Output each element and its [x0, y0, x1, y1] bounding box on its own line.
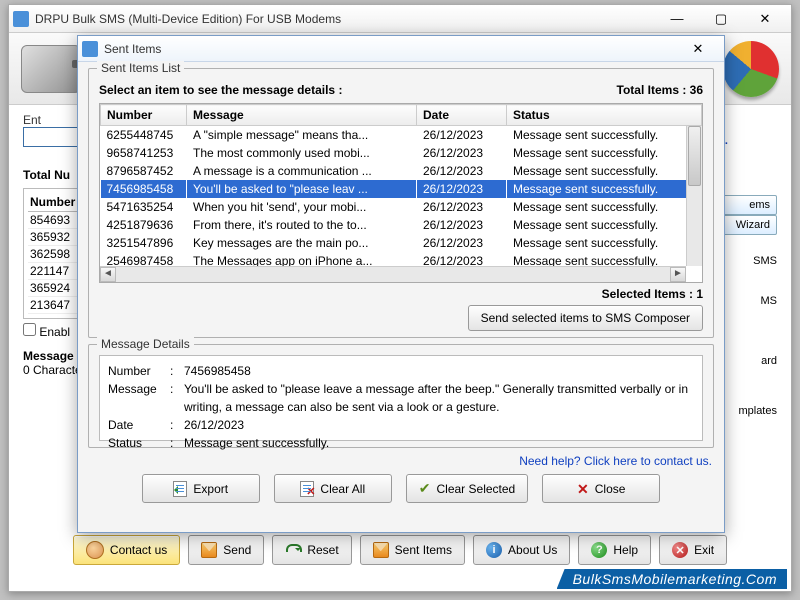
person-icon [86, 541, 104, 559]
about-us-button[interactable]: iAbout Us [473, 535, 570, 565]
clear-all-icon: ✕ [300, 481, 314, 497]
scrollbar-thumb[interactable] [688, 126, 701, 186]
pie-chart-icon [723, 41, 779, 97]
col-message[interactable]: Message [187, 105, 417, 126]
table-row[interactable]: 4251879636From there, it's routed to the… [101, 216, 702, 234]
exit-icon: ✕ [672, 542, 688, 558]
horizontal-scrollbar[interactable]: ◄► [100, 266, 686, 282]
message-details-legend: Message Details [97, 337, 194, 351]
table-row[interactable]: 5471635254When you hit 'send', your mobi… [101, 198, 702, 216]
export-icon [173, 481, 187, 497]
dialog-close-button[interactable]: ✕ [676, 37, 720, 61]
maximize-button[interactable]: ▢ [699, 7, 743, 31]
clear-all-button[interactable]: ✕Clear All [274, 474, 392, 503]
select-hint: Select an item to see the message detail… [99, 83, 342, 97]
exit-button[interactable]: ✕Exit [659, 535, 727, 565]
main-titlebar: DRPU Bulk SMS (Multi-Device Edition) For… [9, 5, 791, 33]
clear-selected-button[interactable]: ✔Clear Selected [406, 474, 528, 503]
md-message-label: Message [108, 380, 166, 416]
md-number-value: 7456985458 [184, 362, 694, 380]
main-window: DRPU Bulk SMS (Multi-Device Edition) For… [8, 4, 792, 592]
dialog-titlebar: Sent Items ✕ [78, 36, 724, 62]
md-date-label: Date [108, 416, 166, 434]
send-button[interactable]: Send [188, 535, 264, 565]
vertical-scrollbar[interactable] [686, 126, 702, 266]
watermark: BulkSmsMobilemarketing.Com [557, 569, 787, 589]
window-title: DRPU Bulk SMS (Multi-Device Edition) For… [35, 12, 655, 26]
message-details-group: Message Details Number:7456985458 Messag… [88, 344, 714, 448]
table-row[interactable]: 3251547896Key messages are the main po..… [101, 234, 702, 252]
sent-items-list-group: Sent Items List Select an item to see th… [88, 68, 714, 338]
list-item[interactable]: 365924 [28, 280, 82, 297]
selected-items: Selected Items : 1 [99, 287, 703, 301]
dialog-buttons: Export ✕Clear All ✔Clear Selected ✕Close [78, 474, 724, 503]
list-item[interactable]: 221147 [28, 263, 82, 280]
close-button[interactable]: ✕ [743, 7, 787, 31]
info-icon: i [486, 542, 502, 558]
help-button[interactable]: ?Help [578, 535, 651, 565]
sent-items-button[interactable]: Sent Items [360, 535, 465, 565]
scroll-left-icon[interactable]: ◄ [100, 267, 116, 282]
md-message-value: You'll be asked to "please leave a messa… [184, 380, 694, 416]
dialog-title: Sent Items [104, 42, 676, 56]
message-details-body: Number:7456985458 Message:You'll be aske… [99, 355, 703, 441]
app-icon [13, 11, 29, 27]
check-icon: ✔ [419, 480, 431, 497]
md-status-value: Message sent successfully. [184, 434, 694, 452]
total-items: Total Items : 36 [617, 83, 703, 97]
reset-icon [285, 542, 301, 558]
bottom-bar: Contact us Send Reset Sent Items iAbout … [9, 529, 791, 591]
col-number[interactable]: Number [101, 105, 187, 126]
close-icon: ✕ [577, 482, 589, 496]
bottom-buttons: Contact us Send Reset Sent Items iAbout … [9, 535, 791, 565]
help-icon: ? [591, 542, 607, 558]
col-status[interactable]: Status [507, 105, 702, 126]
list-item[interactable]: 362598 [28, 246, 82, 263]
send-to-composer-button[interactable]: Send selected items to SMS Composer [468, 305, 703, 331]
sent-items-dialog: Sent Items ✕ Sent Items List Select an i… [77, 35, 725, 533]
bg-number-header: Number [28, 193, 82, 212]
sent-items-list-legend: Sent Items List [97, 61, 184, 75]
enter-label: Ent [23, 113, 41, 127]
col-date[interactable]: Date [417, 105, 507, 126]
envelope-icon [373, 542, 389, 558]
usb-modem-icon [21, 45, 81, 93]
minimize-button[interactable]: — [655, 7, 699, 31]
list-item[interactable]: 854693 [28, 212, 82, 229]
md-number-label: Number [108, 362, 166, 380]
table-row[interactable]: 9658741253The most commonly used mobi...… [101, 144, 702, 162]
md-status-label: Status [108, 434, 166, 452]
table-row[interactable]: 7456985458You'll be asked to "please lea… [101, 180, 702, 198]
help-link[interactable]: Need help? Click here to contact us. [90, 454, 712, 468]
md-date-value: 26/12/2023 [184, 416, 694, 434]
list-item[interactable]: 213647 [28, 297, 82, 314]
dialog-icon [82, 41, 98, 57]
contact-us-button[interactable]: Contact us [73, 535, 180, 565]
scroll-right-icon[interactable]: ► [670, 267, 686, 282]
list-item[interactable]: 365932 [28, 229, 82, 246]
envelope-icon [201, 542, 217, 558]
table-row[interactable]: 6255448745A "simple message" means tha..… [101, 126, 702, 145]
items-table[interactable]: Number Message Date Status 6255448745A "… [99, 103, 703, 283]
close-dialog-button[interactable]: ✕Close [542, 474, 660, 503]
table-row[interactable]: 8796587452A message is a communication .… [101, 162, 702, 180]
reset-button[interactable]: Reset [272, 535, 351, 565]
export-button[interactable]: Export [142, 474, 260, 503]
